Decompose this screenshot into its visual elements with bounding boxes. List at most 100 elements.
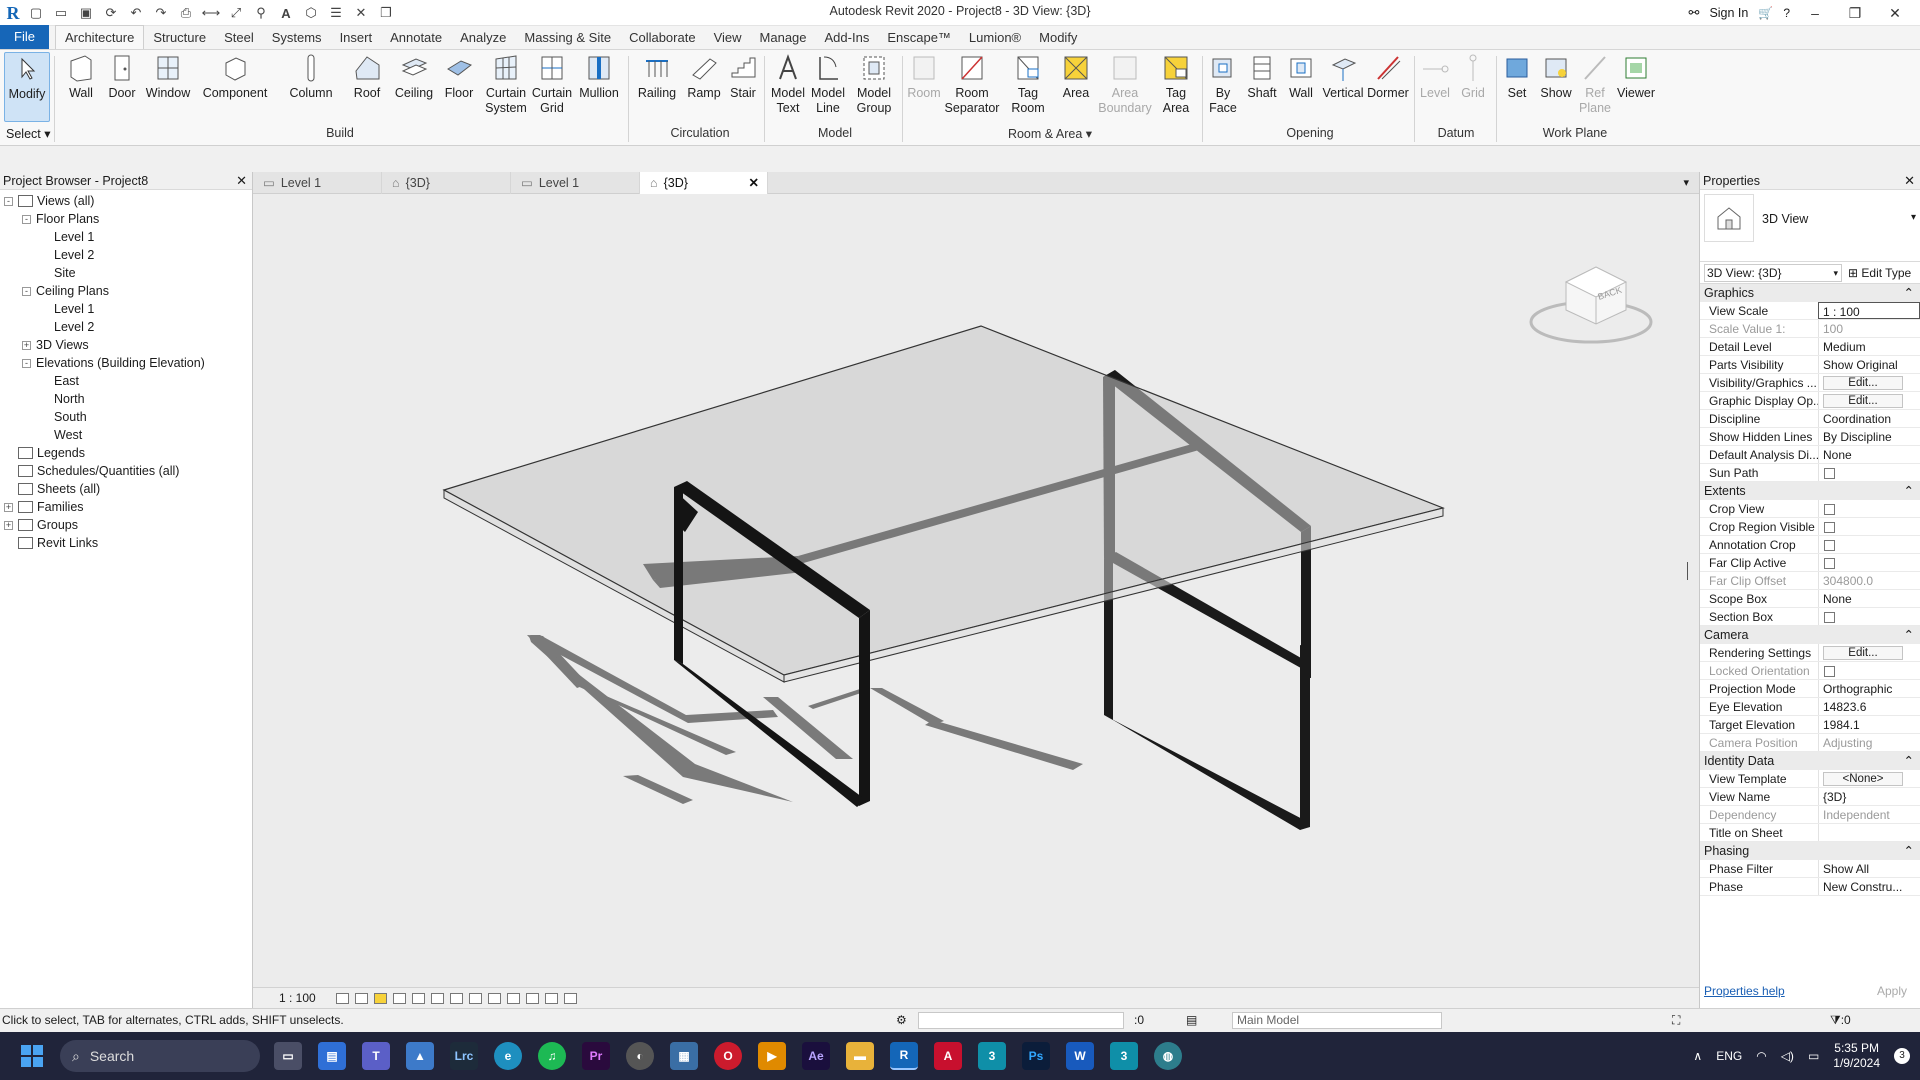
visual-style-icon[interactable] [354,992,368,1004]
collapse-icon[interactable]: - [22,214,31,224]
dimension-icon[interactable]: ⤢ [225,3,247,23]
app-globe-icon[interactable]: ◐ [626,1042,654,1070]
browser-item[interactable]: Level 1 [0,300,252,318]
text-icon[interactable]: A [275,3,297,23]
cart-icon[interactable]: 🛒 [1758,6,1773,20]
instance-selector[interactable]: 3D View: {3D} ▾ [1704,263,1842,282]
calendar-app-icon[interactable]: ▦ [670,1042,698,1070]
property-value[interactable]: Coordination [1818,410,1920,427]
apply-button[interactable]: Apply [1877,984,1907,998]
collapse-section-icon[interactable]: ⌃ [1904,284,1914,302]
menu-tab-modify[interactable]: Modify [1030,27,1086,49]
tag-icon[interactable]: ⚲ [250,3,272,23]
default-3d-icon[interactable]: ⬡ [300,3,322,23]
menu-tab-add-ins[interactable]: Add-Ins [816,27,879,49]
edit-type-button[interactable]: ⊞ Edit Type [1848,266,1911,280]
show-crop-icon[interactable] [449,992,463,1004]
detail-level-icon[interactable] [335,992,349,1004]
curtain-system-button[interactable]: Curtain System [484,52,528,116]
taskbar-search[interactable]: ⌕ Search [60,1040,260,1072]
view-tab[interactable]: ⌂ {3D} [382,172,511,194]
redo-icon[interactable]: ↷ [150,3,172,23]
browser-item[interactable]: West [0,426,252,444]
help-icon[interactable]: ? [1783,6,1790,20]
spotify-icon[interactable]: ♫ [538,1042,566,1070]
sync-icon[interactable]: ⟳ [100,3,122,23]
property-value[interactable]: None [1818,446,1920,463]
browser-item[interactable]: North [0,390,252,408]
expand-icon[interactable]: + [4,502,13,512]
area-button[interactable]: Area [1056,52,1096,101]
revit-taskbar-icon[interactable]: R [890,1042,918,1070]
browser-item[interactable]: - Elevations (Building Elevation) [0,354,252,372]
floor-button[interactable]: Floor [440,52,478,101]
close-icon[interactable]: ✕ [236,172,247,190]
close-icon[interactable]: ✕ [1904,172,1915,190]
menu-tab-view[interactable]: View [705,27,751,49]
save-icon[interactable]: ▣ [75,3,97,23]
reveal-hidden-icon[interactable] [506,992,520,1004]
view-tab[interactable]: ⌂ {3D} ✕ [640,172,768,194]
viewcube[interactable]: BACK [1521,242,1661,352]
worksets-icon[interactable]: ⚙ [896,1013,907,1027]
tab-menu-icon[interactable]: ▾ [1683,172,1689,193]
language-indicator[interactable]: ENG [1716,1049,1742,1063]
autocad-icon[interactable]: A [934,1042,962,1070]
menu-tab-lumion-[interactable]: Lumion® [960,27,1030,49]
browser-item[interactable]: Revit Links [0,534,252,552]
workset-dropdown[interactable] [918,1012,1124,1029]
opera-icon[interactable]: O [714,1042,742,1070]
thin-lines-icon[interactable]: ☰ [325,3,347,23]
render-icon[interactable] [411,992,425,1004]
property-edit-button[interactable]: Edit... [1823,376,1903,390]
browser-item[interactable]: Site [0,264,252,282]
media-player-icon[interactable]: ▶ [758,1042,786,1070]
component-button[interactable]: Component [200,52,270,101]
close-tab-icon[interactable]: ✕ [749,172,759,194]
close-window-button[interactable]: ✕ [1880,5,1910,22]
type-selector[interactable]: 3D View ▾ [1700,190,1920,262]
measure-icon[interactable]: ⟷ [200,3,222,23]
menu-tab-architecture[interactable]: Architecture [54,25,145,49]
lock-view-icon[interactable] [468,992,482,1004]
browser-item[interactable]: - Floor Plans [0,210,252,228]
properties-help-link[interactable]: Properties help [1704,984,1785,998]
browser-item[interactable]: Level 2 [0,246,252,264]
property-value[interactable]: 14823.6 [1818,698,1920,715]
property-value[interactable]: Show Original [1818,356,1920,373]
word-icon[interactable]: W [1066,1042,1094,1070]
door-button[interactable]: Door [104,52,140,101]
curtain-grid-button[interactable]: Curtain Grid [530,52,574,116]
temp-hide-icon[interactable] [487,992,501,1004]
3ds-max-2-icon[interactable]: 3 [1110,1042,1138,1070]
property-edit-button[interactable]: Edit... [1823,394,1903,408]
task-view-icon[interactable]: ▭ [274,1042,302,1070]
property-checkbox[interactable] [1824,522,1835,533]
model-line-button[interactable]: Model Line [808,52,848,116]
panel-room-area-label[interactable]: Room & Area ▾ [980,126,1120,141]
tag-area-button[interactable]: Tag Area [1156,52,1196,116]
menu-tab-analyze[interactable]: Analyze [451,27,515,49]
analytical-model-icon[interactable] [544,992,558,1004]
collapse-icon[interactable]: - [22,358,31,368]
collapse-section-icon[interactable]: ⌃ [1904,752,1914,770]
wall-opening-button[interactable]: Wall [1284,52,1318,101]
menu-tab-annotate[interactable]: Annotate [381,27,451,49]
enscape-icon[interactable]: ◍ [1154,1042,1182,1070]
stair-button[interactable]: Stair [726,52,760,101]
3d-model-view[interactable] [253,172,1699,1008]
open-icon[interactable]: ▭ [50,3,72,23]
design-options-icon[interactable]: ▤ [1186,1013,1197,1027]
viewer-button[interactable]: Viewer [1614,52,1658,101]
browser-item[interactable]: - Ceiling Plans [0,282,252,300]
select-links-icon[interactable]: ⛶ [1672,1013,1680,1028]
property-value[interactable]: Orthographic [1818,680,1920,697]
view-tab[interactable]: ▭ Level 1 [253,172,382,194]
new-icon[interactable]: ▢ [25,3,47,23]
after-effects-icon[interactable]: Ae [802,1042,830,1070]
photoshop-icon[interactable]: Ps [1022,1042,1050,1070]
view-splitter[interactable] [1687,562,1688,580]
crop-view-icon[interactable] [430,992,444,1004]
file-explorer-icon[interactable]: ▬ [846,1042,874,1070]
property-value[interactable]: 1 : 100 [1818,302,1920,319]
